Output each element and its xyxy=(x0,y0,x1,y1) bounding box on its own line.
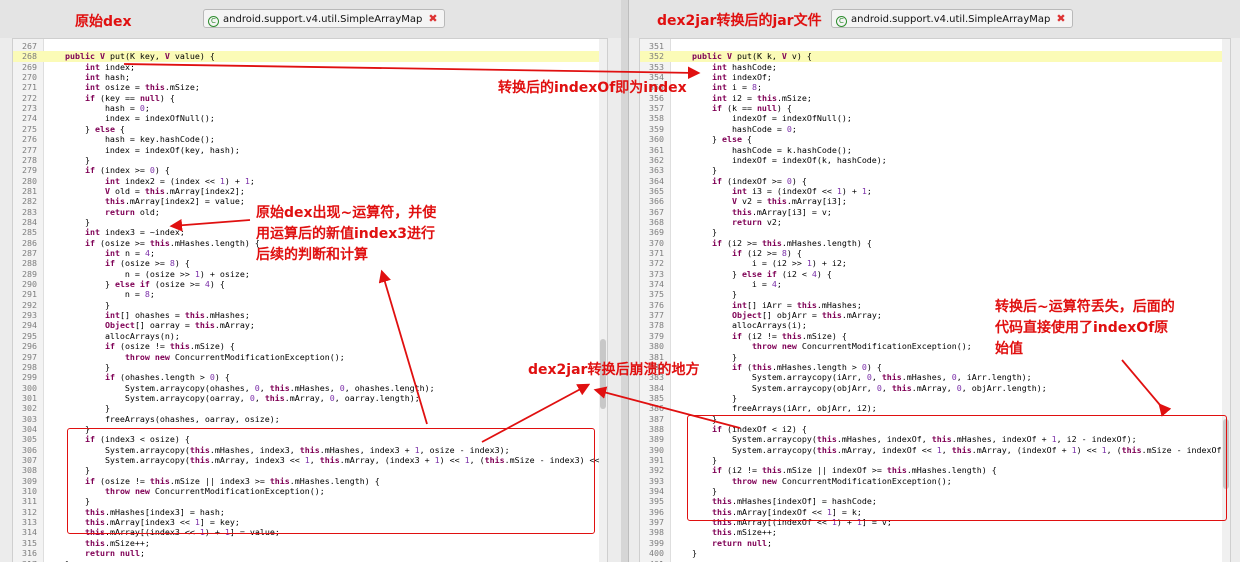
index-annotation: 转换后的indexOf即为index xyxy=(498,80,687,96)
right-header-label: dex2jar转换后的jar文件 xyxy=(657,13,822,29)
lost-tilde-annotation: 转换后~运算符丢失，后面的 代码直接使用了indexOf原 始值 xyxy=(995,299,1175,357)
crash-annotation: dex2jar转换后崩溃的地方 xyxy=(528,362,700,378)
left-header-label: 原始dex xyxy=(75,14,132,30)
arrow-tilde-up xyxy=(378,269,428,425)
arrow-crash-right xyxy=(593,386,741,429)
tilde-annotation: 原始dex出现~运算符，并使 用运算后的新值index3进行 后续的判断和计算 xyxy=(256,205,437,263)
arrow-index-to-indexOf xyxy=(123,63,701,80)
arrow-crash-left xyxy=(481,383,591,443)
arrow-tilde xyxy=(169,218,251,232)
arrow-lost-tilde xyxy=(1121,359,1172,417)
